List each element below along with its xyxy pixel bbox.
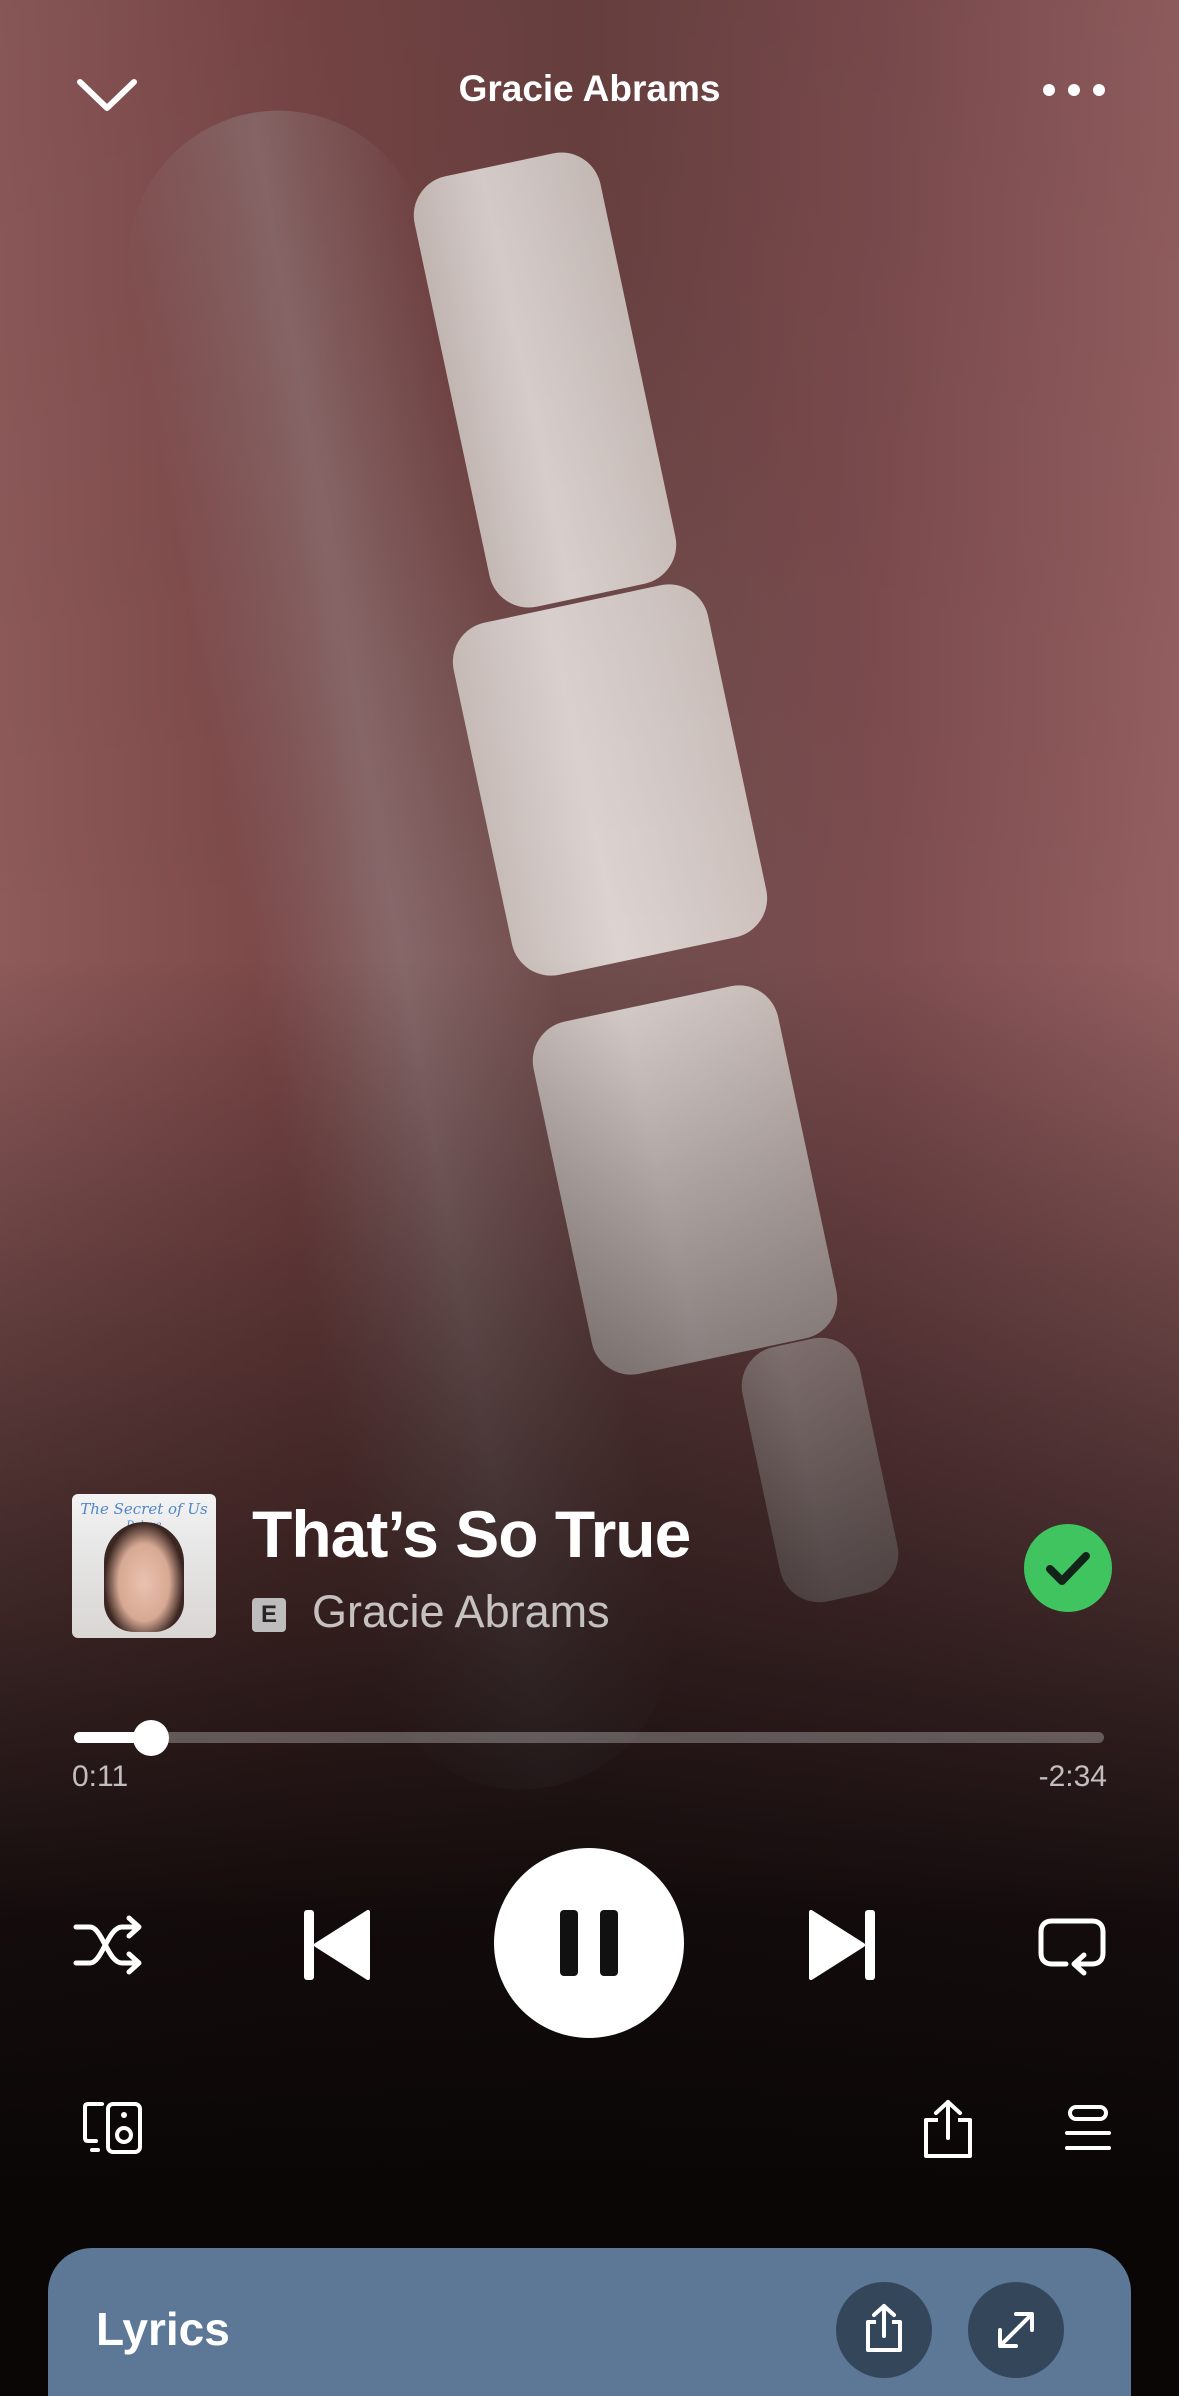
repeat-icon — [1038, 1918, 1106, 1976]
queue-button[interactable] — [1064, 2104, 1112, 2154]
more-options-button[interactable] — [1039, 70, 1109, 110]
skip-next-icon — [809, 1910, 875, 1980]
player-header: Gracie Abrams — [0, 50, 1179, 130]
connect-device-button[interactable] — [82, 2100, 144, 2156]
now-playing-screen: Gracie Abrams The Secret of Us Deluxe Th… — [0, 0, 1179, 2396]
artist-name[interactable]: Gracie Abrams — [312, 1586, 610, 1638]
share-button[interactable] — [920, 2098, 976, 2160]
checkmark-icon — [1046, 1552, 1090, 1585]
elapsed-time: 0:11 — [72, 1760, 129, 1793]
share-icon — [924, 2100, 972, 2158]
previous-button[interactable] — [300, 1906, 372, 1984]
share-icon — [866, 2304, 902, 2352]
more-dots-icon — [1043, 84, 1105, 96]
expand-icon — [998, 2312, 1034, 2348]
album-cover[interactable]: The Secret of Us Deluxe — [72, 1494, 216, 1638]
lyrics-card[interactable]: Lyrics — [48, 2248, 1131, 2396]
playback-controls — [0, 1848, 1179, 2038]
album-cover-portrait — [104, 1522, 184, 1632]
shuffle-button[interactable] — [72, 1913, 146, 1977]
pause-button[interactable] — [494, 1848, 684, 2038]
lyrics-share-button[interactable] — [836, 2282, 932, 2378]
progress-handle[interactable] — [133, 1720, 169, 1756]
queue-icon — [1065, 2105, 1111, 2150]
remaining-time: -2:34 — [1038, 1760, 1107, 1793]
progress-slider[interactable] — [74, 1720, 1104, 1760]
lyrics-expand-button[interactable] — [968, 2282, 1064, 2378]
connect-device-icon — [83, 2102, 142, 2154]
context-title: Gracie Abrams — [458, 68, 721, 109]
skip-previous-icon — [304, 1910, 370, 1980]
song-title[interactable]: That’s So True — [252, 1496, 691, 1572]
liked-button[interactable] — [1024, 1524, 1112, 1612]
shuffle-icon — [73, 1915, 142, 1975]
player-footer-actions — [0, 2098, 1179, 2168]
progress-track — [74, 1732, 1104, 1743]
track-info: The Secret of Us Deluxe That’s So True E… — [72, 1494, 1112, 1640]
next-button[interactable] — [807, 1906, 879, 1984]
explicit-badge: E — [252, 1598, 286, 1632]
lyrics-label: Lyrics — [96, 2303, 230, 2355]
album-cover-title: The Secret of Us — [80, 1500, 208, 1518]
pause-icon — [560, 1910, 618, 1976]
repeat-button[interactable] — [1036, 1914, 1108, 1978]
